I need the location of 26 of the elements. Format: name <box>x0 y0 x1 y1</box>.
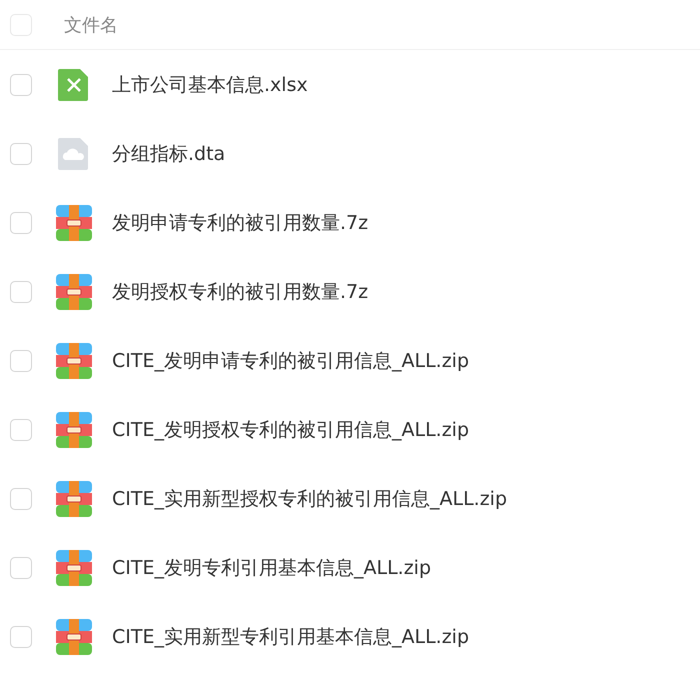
archive-file-icon <box>56 274 92 310</box>
row-checkbox[interactable] <box>10 74 32 96</box>
archive-file-icon <box>56 618 92 654</box>
file-name[interactable]: CITE_发明授权专利的被引用信息_ALL.zip <box>112 416 470 442</box>
file-name[interactable]: CITE_实用新型专利引用基本信息_ALL.zip <box>112 624 470 650</box>
row-checkbox[interactable] <box>10 142 32 164</box>
file-name[interactable]: CITE_实用新型授权专利的被引用信息_ALL.zip <box>112 486 508 512</box>
row-checkbox[interactable] <box>10 626 32 648</box>
file-name[interactable]: 发明授权专利的被引用数量.7z <box>112 278 368 304</box>
archive-file-icon <box>56 342 92 378</box>
archive-file-icon <box>56 550 92 586</box>
row-checkbox[interactable] <box>10 280 32 302</box>
archive-file-icon <box>56 204 92 240</box>
file-name[interactable]: 发明申请专利的被引用数量.7z <box>112 210 368 236</box>
column-header[interactable]: 文件名 <box>64 12 118 36</box>
row-checkbox[interactable] <box>10 350 32 372</box>
file-name[interactable]: 上市公司基本信息.xlsx <box>112 72 308 98</box>
file-name[interactable]: CITE_发明申请专利的被引用信息_ALL.zip <box>112 348 470 374</box>
file-name[interactable]: 分组指标.dta <box>112 140 226 166</box>
row-checkbox[interactable] <box>10 212 32 234</box>
row-checkbox[interactable] <box>10 418 32 440</box>
row-checkbox[interactable] <box>10 556 32 578</box>
archive-file-icon <box>56 480 92 516</box>
archive-file-icon <box>56 412 92 448</box>
file-name[interactable]: CITE_发明专利引用基本信息_ALL.zip <box>112 554 432 580</box>
row-checkbox[interactable] <box>10 488 32 510</box>
